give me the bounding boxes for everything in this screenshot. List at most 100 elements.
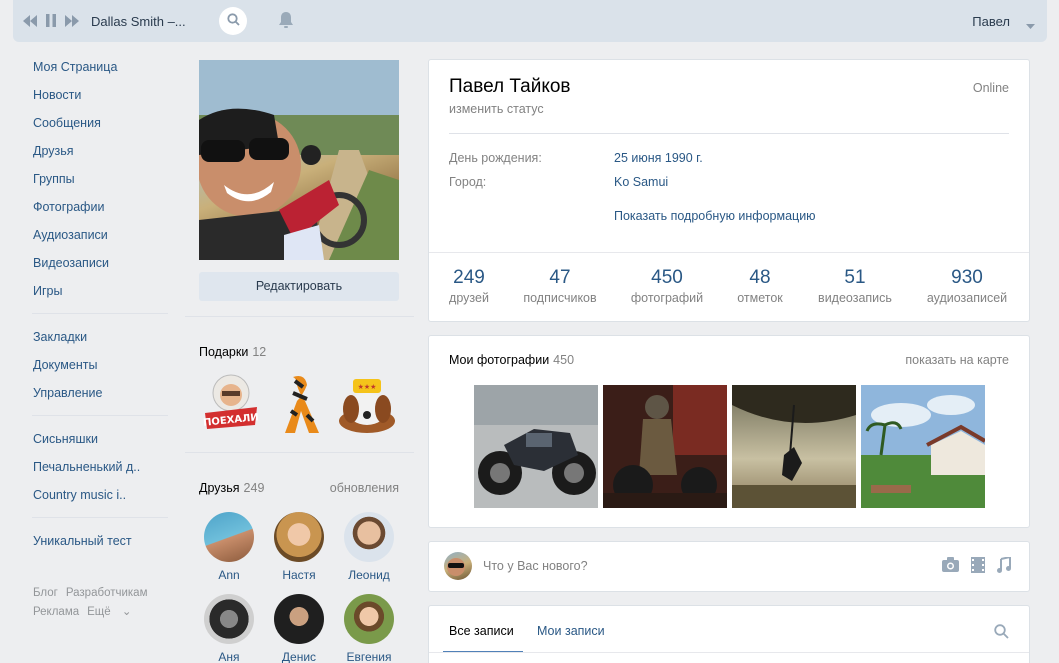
gift-item[interactable]: [267, 371, 331, 437]
menu-item-photos[interactable]: Фотографии: [33, 198, 168, 226]
friends-updates-link[interactable]: обновления: [330, 481, 399, 495]
next-track-icon[interactable]: [65, 14, 79, 27]
friend-item[interactable]: Ann: [197, 512, 261, 582]
photos-count: 450: [553, 353, 575, 367]
chevron-down-icon[interactable]: [1026, 19, 1035, 33]
menu-item-management[interactable]: Управление: [33, 384, 168, 412]
friend-name: Евгения: [346, 650, 392, 663]
city-row: Город: Ko Samui: [449, 175, 668, 189]
counter-value: 930: [951, 267, 983, 288]
video-icon[interactable]: [971, 557, 985, 576]
counter-audio[interactable]: 930 аудиозаписей: [921, 267, 1013, 305]
tab-all-posts[interactable]: Все записи: [449, 624, 514, 638]
avatar: [274, 512, 324, 562]
gift-item[interactable]: ★★★: [335, 371, 399, 437]
friend-item[interactable]: Настя: [267, 512, 331, 582]
photo-thumbnail[interactable]: [861, 385, 985, 508]
friends-count: 249: [243, 481, 265, 495]
profile-counters: 249 друзей 47 подписчиков 450 фотографий…: [429, 252, 1029, 317]
divider: [449, 133, 1009, 134]
city-value[interactable]: Ko Samui: [614, 175, 668, 189]
friend-item[interactable]: Аня: [197, 594, 261, 663]
counter-followers[interactable]: 47 подписчиков: [517, 267, 603, 305]
change-status-link[interactable]: изменить статус: [449, 102, 544, 116]
profile-photo[interactable]: [199, 60, 399, 260]
counter-label: подписчиков: [523, 291, 597, 305]
show-more-info-link[interactable]: Показать подробную информацию: [614, 209, 816, 223]
wall-search-icon[interactable]: [994, 624, 1009, 642]
menu-item-bookmarks[interactable]: Закладки: [33, 328, 168, 356]
menu-item-messages[interactable]: Сообщения: [33, 114, 168, 142]
counter-value: 48: [749, 267, 771, 288]
menu-item-news[interactable]: Новости: [33, 86, 168, 114]
gifts-title: Подарки: [199, 345, 249, 359]
menu-item-community-1[interactable]: Сисьняшки: [33, 430, 168, 458]
counter-tags[interactable]: 48 отметок: [731, 267, 789, 305]
notifications-bell-icon[interactable]: [278, 11, 294, 32]
photos-header[interactable]: Мои фотографии 450: [449, 353, 574, 367]
avatar: [344, 512, 394, 562]
counter-photos[interactable]: 450 фотографий: [627, 267, 707, 305]
previous-track-icon[interactable]: [23, 14, 37, 27]
menu-item-my-page[interactable]: Моя Страница: [33, 58, 168, 86]
menu-divider: [32, 415, 168, 416]
avatar: [344, 594, 394, 644]
footer-link-more[interactable]: Ещё ⌄: [87, 606, 139, 618]
tab-my-posts[interactable]: Мои записи: [537, 624, 605, 638]
friend-name: Аня: [218, 650, 240, 663]
counter-friends[interactable]: 249 друзей: [443, 267, 495, 305]
footer-link-blog[interactable]: Блог: [33, 587, 58, 599]
menu-item-friends[interactable]: Друзья: [33, 142, 168, 170]
menu-item-community-2[interactable]: Печальненький д..: [33, 458, 168, 486]
friend-item[interactable]: Евгения: [337, 594, 401, 663]
footer-link-developers[interactable]: Разработчикам: [66, 587, 148, 599]
menu-item-community-3[interactable]: Country music i..: [33, 486, 168, 514]
divider: [185, 452, 414, 453]
current-track-title[interactable]: Dallas Smith –...: [91, 14, 186, 29]
pause-icon[interactable]: [46, 14, 56, 27]
edit-profile-button[interactable]: Редактировать: [199, 272, 399, 301]
divider: [429, 652, 1029, 653]
menu-item-games[interactable]: Игры: [33, 282, 168, 310]
show-on-map-link[interactable]: показать на карте: [905, 353, 1009, 367]
menu-item-video[interactable]: Видеозаписи: [33, 254, 168, 282]
counter-label: аудиозаписей: [926, 291, 1008, 305]
search-icon: [226, 13, 240, 29]
footer-link-ads[interactable]: Реклама: [33, 606, 79, 618]
birthday-value[interactable]: 25 июня 1990 г.: [614, 151, 703, 165]
friends-header[interactable]: Друзья 249: [199, 481, 264, 495]
counter-value: 47: [549, 267, 571, 288]
photo-thumbnail[interactable]: [732, 385, 856, 508]
menu-item-app[interactable]: Уникальный тест: [33, 532, 168, 560]
friend-name: Настя: [282, 568, 316, 582]
counter-videos[interactable]: 51 видеозапись: [811, 267, 899, 305]
gift-item[interactable]: ПОЕХАЛИ: [199, 371, 263, 437]
chevron-down-icon: ⌄: [121, 606, 132, 618]
search-button[interactable]: [219, 7, 247, 35]
menu-divider: [32, 517, 168, 518]
friend-item[interactable]: Денис: [267, 594, 331, 663]
avatar: [274, 594, 324, 644]
user-menu-name[interactable]: Павел: [972, 14, 1010, 29]
new-post-card: Что у Вас нового?: [428, 541, 1030, 592]
photos-title: Мои фотографии: [449, 353, 550, 367]
friends-title: Друзья: [199, 481, 240, 495]
gifts-header[interactable]: Подарки 12: [199, 345, 266, 359]
wall-card: Все записи Мои записи: [428, 605, 1030, 663]
avatar: [204, 512, 254, 562]
music-note-icon[interactable]: [997, 555, 1011, 576]
menu-item-groups[interactable]: Группы: [33, 170, 168, 198]
photos-card: Мои фотографии 450 показать на карте: [428, 335, 1030, 528]
profile-info-card: Павел Тайков изменить статус Online День…: [428, 59, 1030, 322]
counter-label: друзей: [449, 291, 489, 305]
friend-name: Денис: [281, 650, 317, 663]
birthday-label: День рождения:: [449, 151, 542, 165]
photo-thumbnail[interactable]: [474, 385, 598, 508]
divider: [185, 316, 414, 317]
menu-item-audio[interactable]: Аудиозаписи: [33, 226, 168, 254]
menu-item-documents[interactable]: Документы: [33, 356, 168, 384]
photo-thumbnail[interactable]: [603, 385, 727, 508]
new-post-input[interactable]: Что у Вас нового?: [483, 559, 588, 573]
friend-item[interactable]: Леонид: [337, 512, 401, 582]
camera-icon[interactable]: [942, 557, 959, 576]
